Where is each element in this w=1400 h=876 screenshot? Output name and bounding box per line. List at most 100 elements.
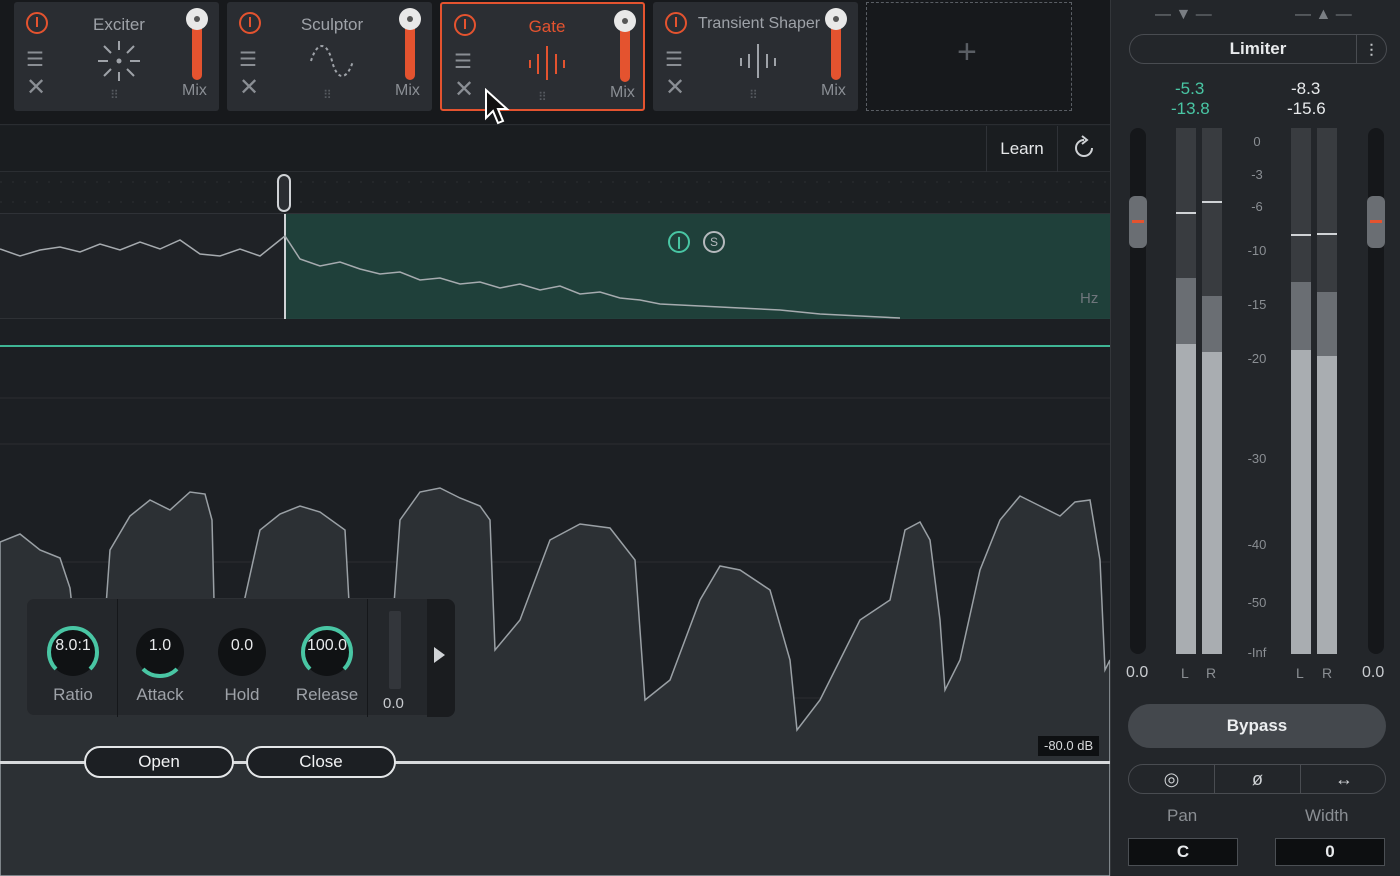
drag-handle-icon[interactable]: ⠿ bbox=[749, 88, 759, 102]
toolbar: Learn bbox=[0, 126, 1110, 172]
scale-tick: -6 bbox=[1251, 199, 1263, 214]
mix-label: Mix bbox=[395, 82, 420, 99]
listen-icon[interactable]: ❙ bbox=[668, 231, 690, 253]
module-sculptor[interactable]: Sculptor ☰ ✕ ⠿ Mix bbox=[227, 2, 432, 111]
input-peak-readout: -5.3 bbox=[1175, 79, 1205, 98]
mix-fader-knob[interactable] bbox=[399, 8, 421, 30]
power-icon[interactable] bbox=[26, 12, 48, 34]
module-transient-shaper[interactable]: Transient Shaper ☰ ✕ ⠿ Mix bbox=[653, 2, 858, 111]
channel-label: L bbox=[1181, 665, 1189, 681]
channel-options: ◎ ø ↔ bbox=[1128, 764, 1386, 794]
output-gain-handle[interactable] bbox=[1367, 196, 1385, 248]
frequency-ruler[interactable] bbox=[0, 172, 1110, 214]
module-exciter[interactable]: Exciter ☰ ✕ ⠿ Mix bbox=[14, 2, 219, 111]
channel-label: R bbox=[1322, 665, 1333, 681]
width-label: Width bbox=[1305, 806, 1349, 825]
scale-tick: -10 bbox=[1247, 243, 1267, 258]
swap-channels-icon[interactable]: ↔ bbox=[1301, 765, 1387, 793]
channel-label: R bbox=[1206, 665, 1217, 681]
mix-label: Mix bbox=[182, 82, 207, 99]
mix-fader-knob[interactable] bbox=[614, 10, 636, 32]
close-icon[interactable]: ✕ bbox=[665, 76, 685, 100]
gate-editor-window: Exciter ☰ ✕ ⠿ Mix Sculptor ☰ ✕ ⠿ Mix Gat… bbox=[0, 0, 1400, 876]
next-module-selector[interactable]: Limiter ⋮ bbox=[1129, 34, 1387, 64]
threshold-handle[interactable] bbox=[277, 174, 291, 212]
chevron-down-icon[interactable]: — ▼ — bbox=[1155, 6, 1212, 24]
ratio-label: Ratio bbox=[53, 685, 93, 704]
power-icon[interactable] bbox=[239, 12, 261, 34]
scale-tick: 0 bbox=[1253, 134, 1261, 149]
gate-knob-panel: 8.0:1 Ratio 1.0 Attack 0.0 Hold 100.0 Re… bbox=[26, 598, 455, 717]
play-arrow-icon bbox=[434, 647, 445, 663]
close-threshold-handle[interactable]: Close bbox=[246, 746, 396, 778]
attack-label: Attack bbox=[136, 685, 184, 704]
ratio-value: 8.0:1 bbox=[55, 637, 91, 654]
input-gain-handle[interactable] bbox=[1129, 196, 1147, 248]
scale-tick: -15 bbox=[1247, 297, 1267, 312]
module-name: Gate bbox=[528, 17, 566, 36]
refresh-icon[interactable] bbox=[1070, 134, 1098, 162]
list-icon[interactable]: ☰ bbox=[239, 50, 257, 70]
power-icon[interactable] bbox=[454, 14, 476, 36]
add-icon: + bbox=[957, 33, 977, 71]
mix-label: Mix bbox=[821, 82, 846, 99]
output-peak-readout: -8.3 bbox=[1291, 79, 1321, 98]
close-icon[interactable]: ✕ bbox=[26, 76, 46, 100]
stereo-link-icon[interactable]: ◎ bbox=[1129, 765, 1215, 793]
scale-tick: -Inf bbox=[1247, 645, 1267, 660]
drag-handle-icon[interactable]: ⠿ bbox=[538, 90, 548, 104]
solo-button[interactable]: S bbox=[703, 231, 725, 253]
chevron-up-icon[interactable]: — ▲ — bbox=[1295, 6, 1352, 24]
gain-reduction-meter bbox=[389, 611, 401, 689]
spectrum-curve bbox=[0, 214, 901, 319]
module-chain: Exciter ☰ ✕ ⠿ Mix Sculptor ☰ ✕ ⠿ Mix Gat… bbox=[0, 0, 1110, 125]
close-icon[interactable]: ✕ bbox=[239, 76, 259, 100]
hold-value: 0.0 bbox=[230, 637, 254, 654]
module-name: Transient Shaper bbox=[697, 15, 821, 32]
mix-label: Mix bbox=[610, 84, 635, 101]
input-meter-right bbox=[1202, 128, 1222, 654]
width-field[interactable]: 0 bbox=[1275, 838, 1385, 866]
list-icon[interactable]: ☰ bbox=[665, 50, 683, 70]
module-gate[interactable]: Gate ☰ ✕ ⠿ Mix bbox=[440, 2, 645, 111]
scale-tick: -20 bbox=[1247, 351, 1267, 366]
gate-icon bbox=[529, 46, 565, 80]
next-module-name: Limiter bbox=[1229, 39, 1287, 58]
learn-button[interactable]: Learn bbox=[986, 126, 1058, 172]
scale-tick: -50 bbox=[1247, 595, 1267, 610]
input-meter-left bbox=[1176, 128, 1196, 654]
phase-invert-icon[interactable]: ø bbox=[1215, 765, 1301, 793]
scale-tick: -40 bbox=[1247, 537, 1267, 552]
more-options-icon[interactable]: ⋮ bbox=[1356, 35, 1386, 63]
transient-shaper-icon bbox=[740, 44, 776, 78]
release-value: 100.0 bbox=[306, 637, 348, 654]
hold-label: Hold bbox=[224, 685, 260, 704]
mix-fader-knob[interactable] bbox=[186, 8, 208, 30]
exciter-icon bbox=[98, 41, 140, 81]
output-meter-left bbox=[1291, 128, 1311, 654]
list-icon[interactable]: ☰ bbox=[26, 50, 44, 70]
close-icon[interactable]: ✕ bbox=[454, 78, 474, 102]
pan-label: Pan bbox=[1167, 806, 1198, 825]
input-rms-readout: -13.8 bbox=[1171, 99, 1210, 118]
divider bbox=[367, 599, 368, 717]
open-threshold-handle[interactable]: Open bbox=[84, 746, 234, 778]
floor-db-readout: -80.0 dB bbox=[1038, 736, 1100, 756]
list-icon[interactable]: ☰ bbox=[454, 52, 472, 72]
drag-handle-icon[interactable]: ⠿ bbox=[110, 88, 120, 102]
pan-field[interactable]: C bbox=[1128, 838, 1238, 866]
drag-handle-icon[interactable]: ⠿ bbox=[323, 88, 333, 102]
hz-label: Hz bbox=[1080, 290, 1099, 307]
sculptor-icon bbox=[310, 45, 354, 77]
mouse-cursor-icon bbox=[485, 88, 510, 125]
divider bbox=[117, 599, 118, 717]
mix-fader-knob[interactable] bbox=[825, 8, 847, 30]
module-name: Exciter bbox=[93, 15, 145, 34]
add-module-slot[interactable]: + bbox=[866, 2, 1072, 111]
bypass-button[interactable]: Bypass bbox=[1128, 704, 1386, 748]
release-label: Release bbox=[295, 685, 359, 704]
power-icon[interactable] bbox=[665, 12, 687, 34]
input-gain-value: 0.0 bbox=[1126, 664, 1149, 681]
gain-reduction-value: 0.0 bbox=[383, 695, 404, 712]
channel-label: L bbox=[1296, 665, 1304, 681]
